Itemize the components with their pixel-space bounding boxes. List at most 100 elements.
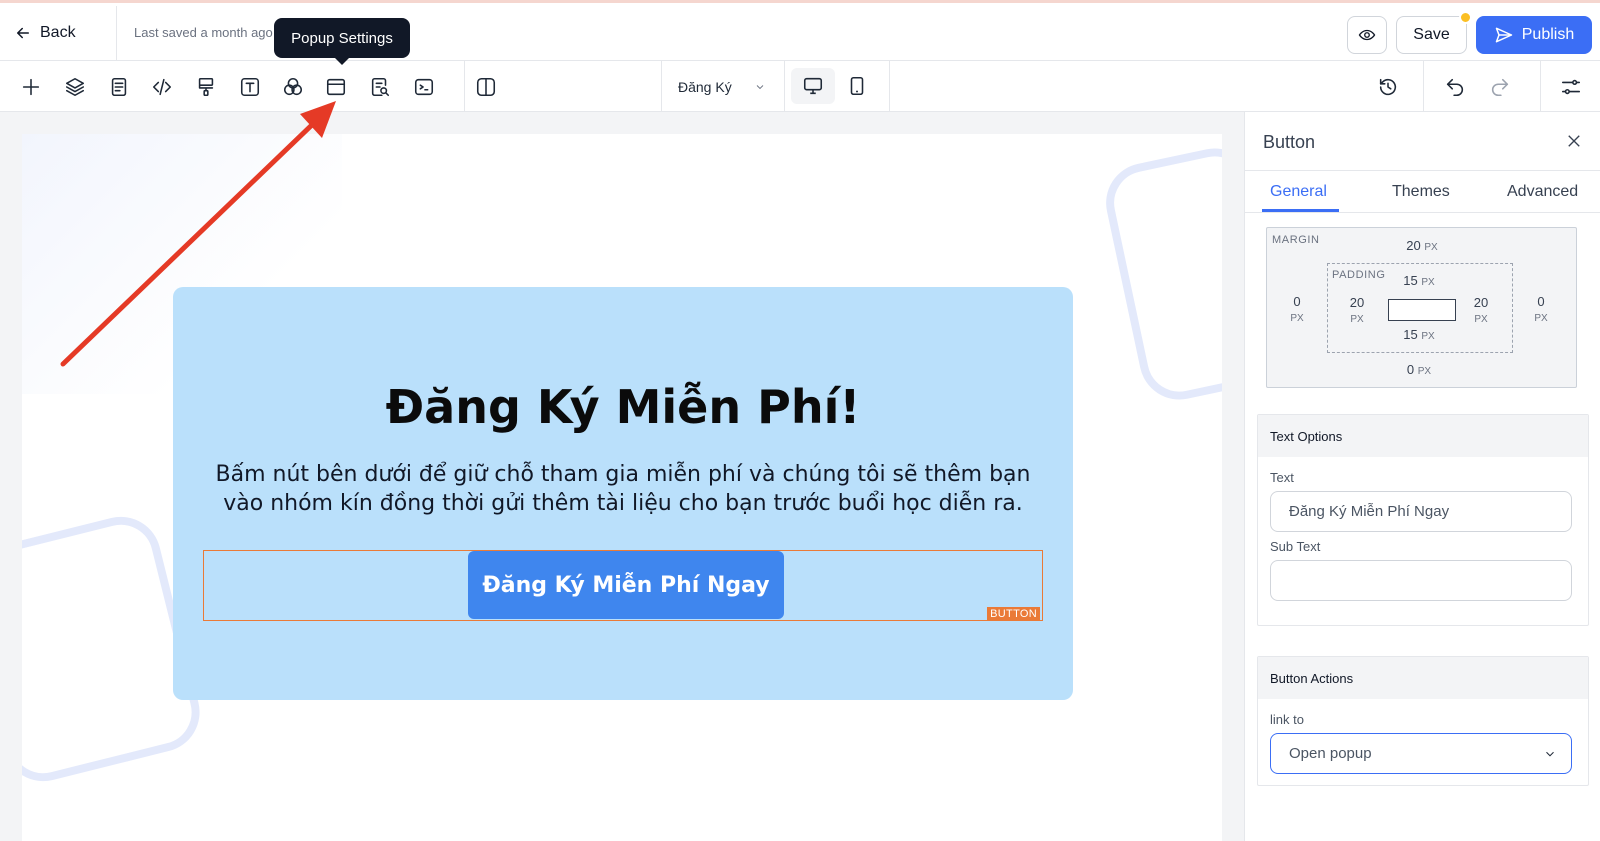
tab-advanced[interactable]: Advanced (1507, 183, 1578, 201)
divider (464, 61, 465, 112)
popup-container[interactable]: Đăng Ký Miễn Phí! Bấm nút bên dưới để gi… (173, 287, 1073, 700)
color-circles-icon (283, 77, 303, 96)
save-button[interactable]: Save (1396, 16, 1467, 54)
page-select-value: Đăng Ký (678, 79, 732, 95)
arrow-left-icon (17, 27, 29, 39)
layers-icon (65, 77, 85, 97)
unit-label: PX (1424, 242, 1438, 253)
popup-settings-button[interactable] (322, 73, 350, 101)
seo-button[interactable] (366, 73, 394, 101)
text-tool-button[interactable] (236, 73, 264, 101)
text-options-heading: Text Options (1258, 415, 1588, 457)
split-view-icon (476, 77, 496, 97)
unit-label: PX (1474, 314, 1488, 325)
redo-icon (1491, 78, 1509, 97)
active-tab-indicator (1262, 209, 1339, 212)
publish-label: Publish (1521, 26, 1575, 43)
colors-button[interactable] (279, 73, 307, 101)
plus-icon (22, 78, 40, 96)
panel-tabs: General Themes Advanced (1245, 170, 1600, 213)
page-select[interactable]: Đăng Ký (678, 75, 766, 99)
popup-description: Bấm nút bên dưới để giữ chỗ tham gia miễ… (215, 462, 1031, 516)
layers-button[interactable] (61, 73, 89, 101)
back-button[interactable]: Back (14, 19, 76, 47)
send-icon (1495, 27, 1512, 43)
padding-right-number: 20 (1473, 295, 1489, 310)
popup-title: Đăng Ký Miễn Phí! (385, 380, 861, 434)
padding-right-value[interactable]: 20 PX (1456, 295, 1506, 325)
unit-label: PX (1350, 314, 1364, 325)
publish-button[interactable]: Publish (1476, 16, 1592, 54)
pages-button[interactable] (105, 73, 133, 101)
margin-left-value[interactable]: 0 PX (1272, 294, 1322, 324)
unit-label: PX (1421, 331, 1435, 342)
code-icon (152, 78, 172, 96)
margin-label: MARGIN (1272, 234, 1320, 246)
divider (889, 61, 890, 112)
divider (784, 61, 785, 112)
padding-label: PADDING (1332, 269, 1386, 281)
preview-button[interactable] (1347, 16, 1387, 54)
chevron-down-icon (756, 85, 764, 90)
undo-icon (1446, 78, 1464, 97)
custom-script-button[interactable] (410, 73, 438, 101)
add-element-button[interactable] (17, 73, 45, 101)
top-bar: Back Last saved a month ago Popup Settin… (0, 0, 1600, 65)
link-to-select[interactable]: Open popup (1270, 733, 1572, 774)
history-button[interactable] (1374, 73, 1402, 101)
tab-themes[interactable]: Themes (1392, 183, 1450, 201)
popup-icon (326, 78, 346, 96)
editor-toolbar: Đăng Ký (0, 61, 1600, 112)
button-actions-heading: Button Actions (1258, 657, 1588, 699)
page-icon (111, 77, 127, 97)
decorative-shape (1098, 141, 1222, 407)
padding-box: PADDING 15 PX 20 PX 20 PX 15 PX (1327, 263, 1513, 353)
code-button[interactable] (148, 73, 176, 101)
tab-general[interactable]: General (1270, 183, 1327, 201)
padding-top-number: 15 (1403, 273, 1418, 288)
padding-bottom-value[interactable]: 15 PX (1394, 327, 1444, 342)
tablet-icon (850, 76, 864, 96)
desktop-view-button[interactable] (791, 68, 835, 104)
padding-top-value[interactable]: 15 PX (1394, 273, 1444, 288)
margin-right-value[interactable]: 0 PX (1516, 294, 1566, 324)
padding-bottom-number: 15 (1403, 327, 1418, 342)
content-box (1388, 299, 1456, 321)
padding-left-number: 20 (1349, 295, 1365, 310)
unit-label: PX (1417, 366, 1432, 377)
margin-top-number: 20 (1406, 238, 1421, 253)
styles-button[interactable] (192, 73, 220, 101)
cta-button[interactable]: Đăng Ký Miễn Phí Ngay (468, 551, 784, 619)
text-options-section: Text Options Text Sub Text (1257, 414, 1589, 626)
split-view-button[interactable] (472, 73, 500, 101)
settings-sliders-icon (1561, 79, 1581, 95)
spacing-editor: MARGIN 20 PX 0 PX 0 PX 0 PX PADDING 15 PX … (1266, 227, 1577, 388)
eye-icon (1358, 29, 1376, 41)
selected-button-frame[interactable]: Đăng Ký Miễn Phí Ngay BUTTON (203, 550, 1043, 621)
search-doc-icon (371, 77, 390, 97)
button-subtext-input[interactable] (1270, 560, 1572, 601)
margin-right-number: 0 (1537, 294, 1545, 309)
unit-label: PX (1421, 277, 1435, 288)
history-icon (1379, 78, 1397, 96)
text-field-label: Text (1270, 470, 1294, 485)
divider (1423, 61, 1424, 112)
settings-button[interactable] (1557, 73, 1585, 101)
link-to-label: link to (1270, 712, 1304, 727)
chevron-down-icon (1546, 751, 1554, 756)
desktop-icon (803, 77, 823, 95)
paint-roller-icon (198, 77, 214, 97)
close-panel-button[interactable] (1565, 132, 1585, 152)
close-icon (1568, 135, 1580, 147)
margin-top-value[interactable]: 20 PX (1397, 238, 1447, 253)
popup-settings-tooltip: Popup Settings (274, 18, 410, 65)
terminal-icon (414, 78, 434, 96)
redo-button[interactable] (1486, 73, 1514, 101)
back-label: Back (40, 24, 76, 41)
padding-left-value[interactable]: 20 PX (1332, 295, 1382, 325)
divider (116, 6, 117, 64)
margin-bottom-value[interactable]: 0 PX (1394, 362, 1444, 377)
undo-button[interactable] (1441, 73, 1469, 101)
button-text-input[interactable] (1270, 491, 1572, 532)
tablet-view-button[interactable] (843, 68, 871, 104)
